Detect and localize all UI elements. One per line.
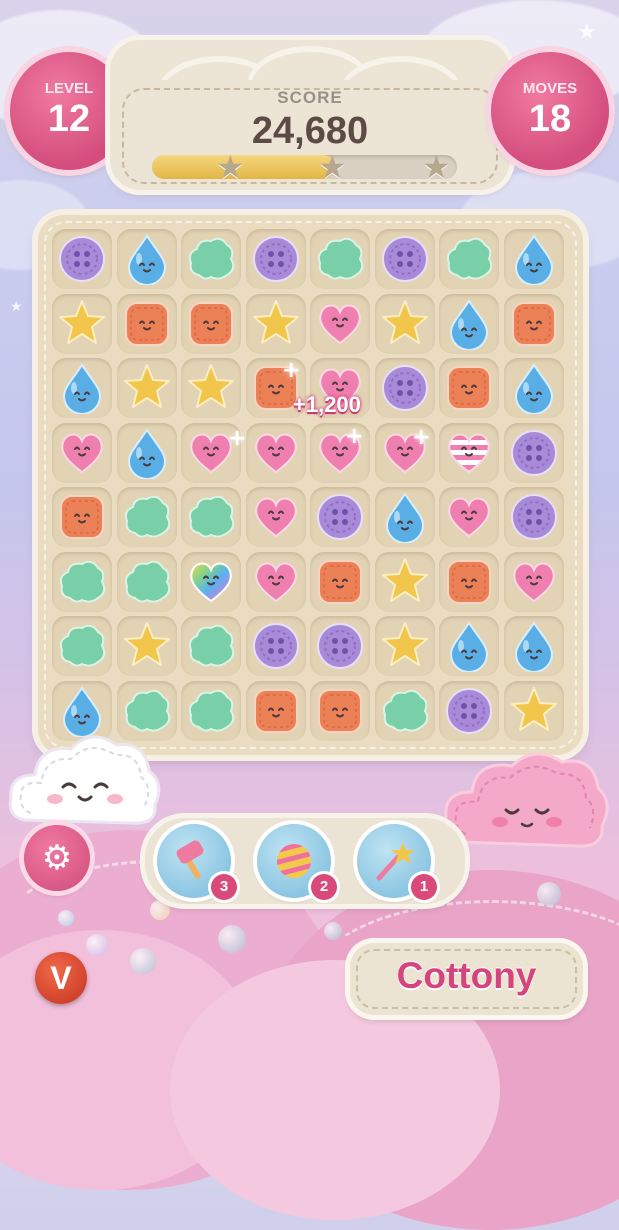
booster-wand-count: 1 (411, 874, 437, 900)
piece-button-icon[interactable] (56, 233, 108, 285)
piece-star-icon[interactable] (56, 298, 108, 350)
gear-icon: ⚙ (41, 838, 73, 878)
piece-button-icon[interactable] (379, 233, 431, 285)
piece-heart-icon[interactable] (56, 427, 108, 479)
piece-drop-icon[interactable] (508, 620, 560, 672)
score-panel: SCORE 24,680 ★ ★ ★ (110, 40, 510, 190)
sparkle-icon: + (228, 426, 247, 451)
score-value: 24,680 (251, 110, 369, 152)
score-label: SCORE (277, 88, 343, 107)
score-progress-bar (152, 155, 457, 179)
booster-candy-count: 2 (311, 874, 337, 900)
sparkle-icon: + (282, 358, 301, 383)
progress-star-icon: ★ (318, 148, 347, 186)
piece-button-icon[interactable] (250, 620, 302, 672)
booster-tray: 3 2 1 (145, 818, 465, 904)
piece-square-icon[interactable] (314, 685, 366, 737)
piece-cloud-icon[interactable] (443, 233, 495, 285)
piece-star-icon[interactable] (121, 362, 173, 414)
piece-cloud-icon[interactable] (121, 556, 173, 608)
piece-square-icon[interactable] (443, 362, 495, 414)
brand-title: Cottony (396, 955, 537, 996)
sparkle-icon: + (345, 424, 364, 449)
piece-drop-icon[interactable] (443, 298, 495, 350)
piece-square-icon[interactable] (250, 685, 302, 737)
piece-button-icon[interactable] (250, 233, 302, 285)
piece-star-icon[interactable] (185, 362, 237, 414)
piece-star-icon[interactable] (379, 620, 431, 672)
piece-cloud-icon[interactable] (314, 233, 366, 285)
moves-label: MOVES (522, 80, 578, 97)
piece-star-icon[interactable] (508, 685, 560, 737)
piece-cloud-icon[interactable] (185, 233, 237, 285)
piece-cloud-icon[interactable] (185, 491, 237, 543)
piece-button-icon[interactable] (314, 491, 366, 543)
pink-cloud-mascot (443, 752, 609, 848)
piece-square-icon[interactable] (314, 556, 366, 608)
settings-button[interactable]: ⚙ (24, 825, 90, 891)
game-board (38, 215, 583, 755)
booster-hammer-count: 3 (211, 874, 237, 900)
piece-drop-icon[interactable] (56, 362, 108, 414)
app-logo: V (35, 952, 87, 1004)
piece-drop-icon[interactable] (121, 233, 173, 285)
piece-button-icon[interactable] (379, 362, 431, 414)
piece-star-icon[interactable] (379, 298, 431, 350)
piece-heart-icon[interactable] (250, 556, 302, 608)
piece-striped-heart-icon[interactable] (443, 427, 495, 479)
piece-button-icon[interactable] (508, 491, 560, 543)
piece-cloud-icon[interactable] (56, 556, 108, 608)
piece-square-icon[interactable] (121, 298, 173, 350)
white-cloud-mascot (8, 735, 161, 825)
piece-star-icon[interactable] (379, 556, 431, 608)
piece-heart-icon[interactable] (508, 556, 560, 608)
progress-star-icon: ★ (422, 148, 451, 186)
candy-ball-icon (277, 844, 311, 878)
piece-cloud-icon[interactable] (185, 685, 237, 737)
piece-drop-icon[interactable] (121, 427, 173, 479)
piece-drop-icon[interactable] (443, 620, 495, 672)
score-popup: +1,200 (293, 392, 361, 417)
piece-cloud-icon[interactable] (379, 685, 431, 737)
magic-wand-icon (376, 842, 415, 881)
piece-heart-icon[interactable] (250, 427, 302, 479)
piece-square-icon[interactable] (185, 298, 237, 350)
piece-heart-icon[interactable] (250, 491, 302, 543)
piece-drop-icon[interactable] (508, 233, 560, 285)
brand-title-button[interactable]: Cottony (350, 943, 583, 1015)
piece-button-icon[interactable] (314, 620, 366, 672)
piece-star-icon[interactable] (121, 620, 173, 672)
progress-star-icon: ★ (216, 148, 245, 186)
moves-value: 18 (528, 98, 572, 140)
piece-drop-icon[interactable] (379, 491, 431, 543)
piece-square-icon[interactable] (56, 491, 108, 543)
piece-heart-icon[interactable] (314, 298, 366, 350)
piece-drop-icon[interactable] (508, 362, 560, 414)
piece-cloud-icon[interactable] (56, 620, 108, 672)
piece-button-icon[interactable] (443, 685, 495, 737)
piece-cloud-icon[interactable] (185, 620, 237, 672)
piece-button-icon[interactable] (508, 427, 560, 479)
hammer-icon (176, 840, 204, 879)
piece-square-icon[interactable] (508, 298, 560, 350)
piece-heart-icon[interactable] (443, 491, 495, 543)
piece-rainbow-heart-icon[interactable] (185, 556, 237, 608)
sparkle-icon: + (412, 425, 431, 450)
piece-cloud-icon[interactable] (121, 491, 173, 543)
piece-square-icon[interactable] (443, 556, 495, 608)
piece-star-icon[interactable] (250, 298, 302, 350)
moves-badge: MOVES 18 (491, 52, 609, 170)
